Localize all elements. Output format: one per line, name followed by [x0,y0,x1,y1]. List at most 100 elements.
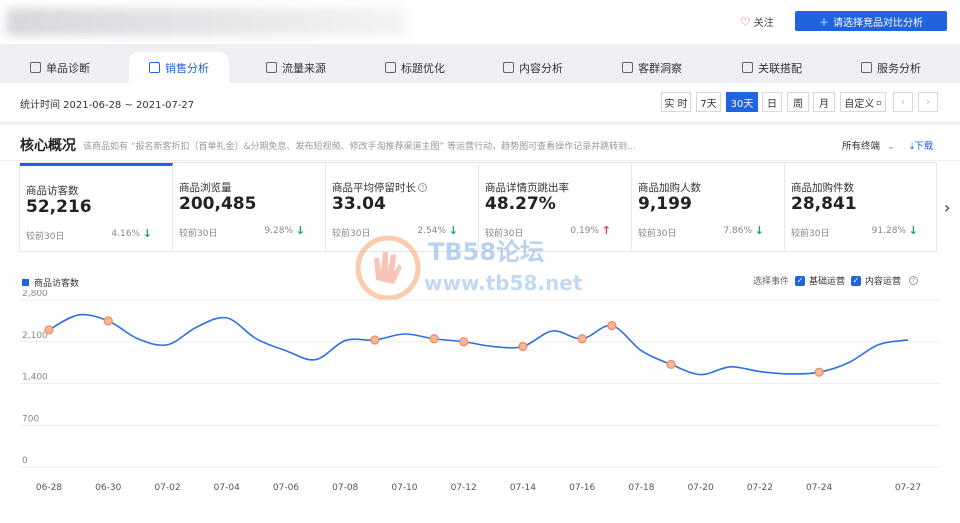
help-icon[interactable]: ? [909,276,919,285]
metric-compare-label: 较前30日 [179,229,218,239]
tab-label: 客群洞察 [638,61,682,75]
checkbox-basic-ops[interactable]: ✓ 基础运营 [795,274,845,287]
event-marker-point [44,325,54,335]
event-marker-point [607,321,617,331]
arrow-down-icon: ↓ [754,224,764,237]
period-month-button[interactable]: 月 [813,92,835,112]
period-day-button[interactable]: 日 [762,92,782,112]
metric-value: 48.27% [485,194,556,214]
follow-button[interactable]: ♡ 关注 [740,14,774,30]
visitors-line-chart: 0 700 1,400 2,100 2,800 06-28 06-30 07-02 07-04 0… [20,290,940,493]
analysis-tabs: 单品诊断 销售分析 流量来源 标题优化 内容分析 客群洞察 关联搭配 服务分析 [0,44,960,83]
compare-competitor-button[interactable]: ＋ 请选择竞品对比分析 [795,11,947,31]
chevron-right-icon[interactable]: › [944,198,950,217]
calendar-icon: ▫ [876,97,882,107]
metric-label: 商品加购件数 [791,182,854,194]
users-icon [622,62,633,73]
core-overview-description: 该商品如有 “报名新客折扣（首单礼金）&分期免息、发布短视频、修改手淘推荐渠道主… [83,142,636,152]
metric-change-pct: 91.28% [871,226,906,236]
tab-label: 销售分析 [165,61,209,75]
x-tick-label: 07-22 [747,483,773,493]
checkbox-content-ops[interactable]: ✓ 内容运营 [851,274,901,287]
arrow-down-icon: ↓ [908,224,918,237]
next-period-button[interactable]: › [918,92,938,112]
top-bar: ♡ 关注 ＋ 请选择竞品对比分析 [0,0,960,44]
tab-product-diagnosis[interactable]: 单品诊断 [30,52,90,83]
period-realtime-button[interactable]: 实 时 [661,92,691,112]
metric-card-bounce-rate[interactable]: 商品详情页跳出率 48.27% 较前30日 0.19% ↑ [479,163,632,251]
metric-compare-label: 较前30日 [791,229,830,239]
legend-label: 商品访客数 [34,279,80,289]
chevron-right-icon: › [926,96,930,108]
arrow-down-icon: ↓ [142,227,152,240]
tab-related-match[interactable]: 关联搭配 [742,52,802,83]
tab-sales-analysis[interactable]: 销售分析 [129,52,229,83]
terminal-label: 所有终端 [842,141,881,152]
event-marker-point [370,335,380,345]
headset-icon [861,62,872,73]
metric-value: 33.04 [332,194,386,214]
tab-title-optimization[interactable]: 标题优化 [385,52,445,83]
tab-service-analysis[interactable]: 服务分析 [861,52,921,83]
metric-card-pageviews[interactable]: 商品浏览量 200,485 较前30日 9.28% ↓ [173,163,326,251]
bag-icon [149,62,160,73]
event-marker-point [103,316,113,326]
metric-card-cart-users[interactable]: 商品加购人数 9,199 较前30日 7.86% ↓ [632,163,785,251]
metric-value: 9,199 [638,194,692,214]
x-tick-label: 07-27 [895,483,921,493]
tab-content-analysis[interactable]: 内容分析 [503,52,563,83]
event-marker-point [459,337,469,347]
event-marker-point [814,367,824,377]
checkbox-label: 内容运营 [865,277,902,287]
period-30day-button[interactable]: 30天 [726,92,758,112]
metric-card-avg-stay[interactable]: 商品平均停留时长? 33.04 较前30日 2.54% ↓ [326,163,479,251]
divider [0,160,960,161]
event-selector-label: 选择事件 [753,277,790,287]
plus-icon: ＋ [819,17,829,29]
x-tick-label: 07-16 [569,483,595,493]
period-custom-button[interactable]: 自定义 ▫ [840,92,886,112]
tab-label: 标题优化 [401,61,445,75]
metric-change-pct: 0.19% [570,226,599,236]
event-marker-point [429,334,439,344]
x-tick-label: 07-12 [451,483,477,493]
x-tick-label: 07-06 [273,483,299,493]
y-tick-label: 1,400 [22,373,48,383]
metric-card-cart-items[interactable]: 商品加购件数 28,841 较前30日 91.28% ↓ [785,163,938,251]
tab-label: 内容分析 [519,61,563,75]
terminal-select[interactable]: 所有终端 ⌄ [842,138,895,152]
metric-label: 商品平均停留时长 [332,182,416,194]
compare-label: 请选择竞品对比分析 [833,17,923,29]
tab-traffic-source[interactable]: 流量来源 [266,52,326,83]
event-marker-point [518,341,528,352]
chart-icon [385,62,396,73]
tab-audience-insight[interactable]: 客群洞察 [622,52,682,83]
arrow-down-icon: ↓ [448,224,458,237]
x-tick-label: 07-14 [510,483,536,493]
metric-change-pct: 2.54% [417,226,446,236]
y-tick-label: 700 [22,414,39,424]
download-button[interactable]: ⤓下载 [910,138,933,152]
metric-compare-label: 较前30日 [485,229,524,239]
date-filter-bar: 统计时间 2021-06-28 ~ 2021-07-27 实 时 7天 30天 … [0,83,960,123]
legend-swatch [22,279,29,286]
follow-label: 关注 [753,18,774,29]
metric-card-visitors[interactable]: 商品访客数 52,216 较前30日 4.16% ↓ [20,163,173,251]
help-icon[interactable]: ? [418,183,427,192]
metric-value: 200,485 [179,194,257,214]
tab-label: 服务分析 [877,61,921,75]
chart-legend: 商品访客数 [22,276,79,289]
checkbox-checked-icon: ✓ [795,275,806,286]
x-tick-label: 07-18 [628,483,654,493]
heart-icon: ♡ [740,14,751,29]
metric-compare-label: 较前30日 [638,229,677,239]
metric-label: 商品加购人数 [638,182,701,194]
checkbox-label: 基础运营 [809,277,846,287]
arrow-up-icon: ↑ [601,224,611,237]
period-week-button[interactable]: 周 [787,92,809,112]
metric-compare-label: 较前30日 [332,229,371,239]
period-7day-button[interactable]: 7天 [696,92,721,112]
event-selector: 选择事件 ✓ 基础运营 ✓ 内容运营 ? [753,274,919,287]
prev-period-button[interactable]: ‹ [893,92,913,112]
metric-change-pct: 7.86% [723,226,752,236]
